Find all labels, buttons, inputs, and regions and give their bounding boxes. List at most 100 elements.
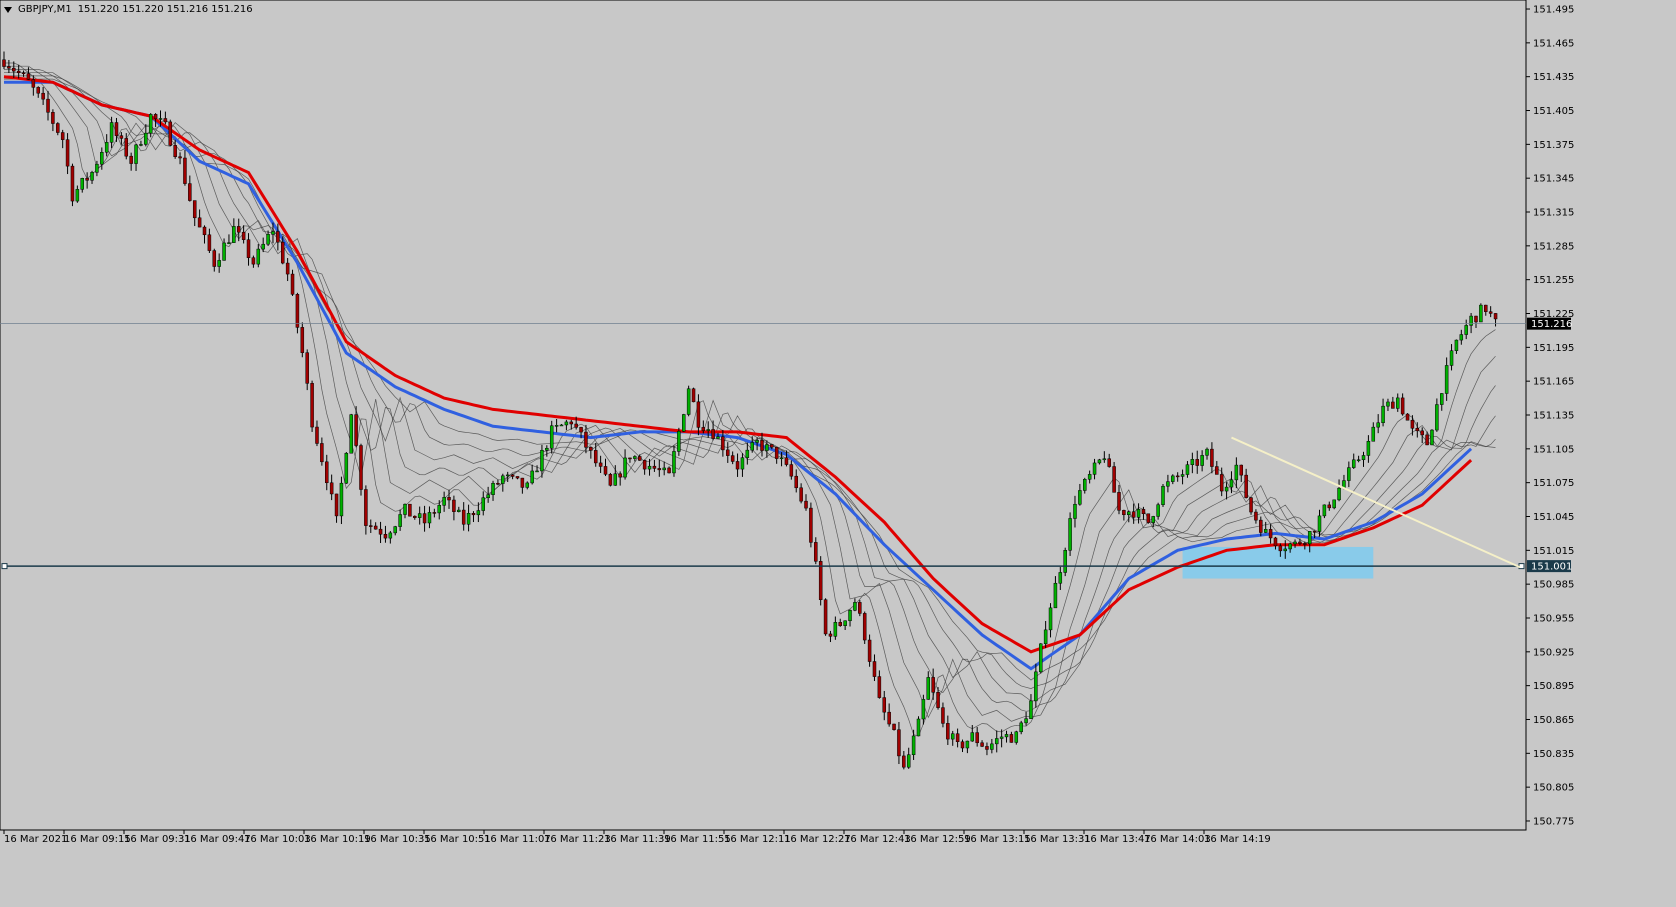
candle-body (197, 217, 202, 228)
candle-body (858, 602, 862, 614)
candle-body (892, 723, 896, 730)
candle-body (21, 72, 26, 74)
y-tick-label: 150.835 (1533, 749, 1574, 760)
candle-body (1273, 537, 1278, 547)
candle-body (652, 465, 657, 469)
y-tick-label: 150.955 (1533, 613, 1574, 624)
candle-body (882, 697, 887, 713)
candle-body (1024, 718, 1028, 724)
candle-body (1210, 448, 1214, 467)
candle-body (1459, 334, 1464, 341)
candle-body (1234, 464, 1239, 481)
candle-body (818, 561, 823, 600)
x-tick-label: 16 Mar 10:51 (424, 834, 491, 845)
candle-body (1307, 531, 1312, 545)
candle-body (843, 620, 847, 626)
candle-body (828, 633, 833, 637)
candle (1249, 496, 1253, 515)
candle-body (388, 532, 393, 539)
candle-body (100, 152, 104, 165)
candle-body (1332, 499, 1336, 509)
candle-body (129, 155, 133, 164)
candle (916, 716, 921, 737)
candle-body (535, 470, 539, 473)
candle (818, 556, 823, 606)
candle-body (1224, 486, 1229, 492)
candle-body (1283, 548, 1288, 552)
candle-body (236, 226, 241, 233)
candle-body (1244, 474, 1248, 498)
candle-body (1034, 671, 1038, 702)
dropdown-triangle-icon[interactable] (4, 6, 12, 13)
candle (1405, 413, 1410, 421)
candle-body (1405, 413, 1410, 421)
candle-body (784, 457, 789, 465)
x-tick-label: 16 Mar 14:19 (1204, 834, 1271, 845)
candle (295, 292, 300, 334)
candle-body (325, 461, 329, 484)
candle-body (1019, 722, 1023, 733)
candle (892, 723, 896, 731)
candle-body (1068, 518, 1072, 551)
demand-zone (1182, 546, 1374, 579)
candle-body (261, 243, 265, 250)
candle-body (672, 451, 676, 474)
candle-body (1087, 474, 1092, 480)
candle-body (300, 327, 305, 353)
candle-body (510, 474, 515, 477)
level-handle-left[interactable] (1, 563, 8, 570)
candle-body (1239, 464, 1244, 476)
candle-body (496, 482, 500, 485)
x-tick-label: 16 Mar 12:11 (724, 834, 791, 845)
candle-body (1322, 504, 1327, 517)
candle-body (183, 157, 187, 184)
candle-body (276, 231, 280, 243)
candle-body (144, 132, 148, 145)
candle-body (26, 73, 31, 80)
candle-body (1395, 397, 1400, 409)
candle-body (657, 468, 662, 471)
candle-body (833, 622, 838, 637)
x-tick-label: 16 Mar 13:15 (964, 834, 1031, 845)
candle-body (1484, 304, 1488, 312)
y-tick-label: 150.805 (1533, 783, 1574, 794)
candle-body (7, 66, 11, 69)
candle-body (936, 692, 940, 708)
candle (686, 385, 691, 417)
candle-body (1083, 479, 1087, 491)
candle-body (980, 742, 984, 747)
candle-body (897, 729, 901, 757)
candle-body (168, 121, 173, 146)
candle-body (574, 423, 578, 428)
candle-body (1435, 404, 1439, 431)
candle-body (422, 513, 427, 524)
candle-body (192, 200, 197, 219)
candle-body (779, 457, 784, 460)
x-tick-label: 16 Mar 09:47 (184, 834, 251, 845)
candle-body (1361, 455, 1366, 461)
candle-body (1151, 516, 1155, 523)
candle-body (838, 622, 842, 626)
candle-body (1053, 582, 1058, 609)
candle-body (427, 512, 432, 524)
candle-body (393, 526, 397, 534)
x-tick-label: 16 Mar 13:31 (1024, 834, 1091, 845)
candle-body (227, 242, 231, 244)
candle-body (750, 442, 754, 451)
price-chart[interactable]: 151.495 151.465 151.435 151.405 151.375 151.3… (0, 0, 1676, 907)
candle-body (1430, 429, 1434, 446)
candle-body (1347, 467, 1351, 481)
candle-body (1298, 541, 1302, 544)
candle (608, 472, 613, 487)
candle-body (51, 112, 55, 124)
candle-body (408, 503, 412, 517)
candle-body (295, 294, 300, 328)
y-tick-label: 151.075 (1533, 478, 1574, 489)
candle-body (364, 489, 368, 526)
candle-body (1327, 504, 1332, 509)
candle-body (1171, 475, 1175, 482)
x-tick-label: 16 Mar 09:31 (124, 834, 191, 845)
ohlc-label: 151.220 151.220 151.216 151.216 (77, 4, 253, 15)
candle-body (1136, 509, 1141, 518)
candle-body (955, 733, 960, 742)
